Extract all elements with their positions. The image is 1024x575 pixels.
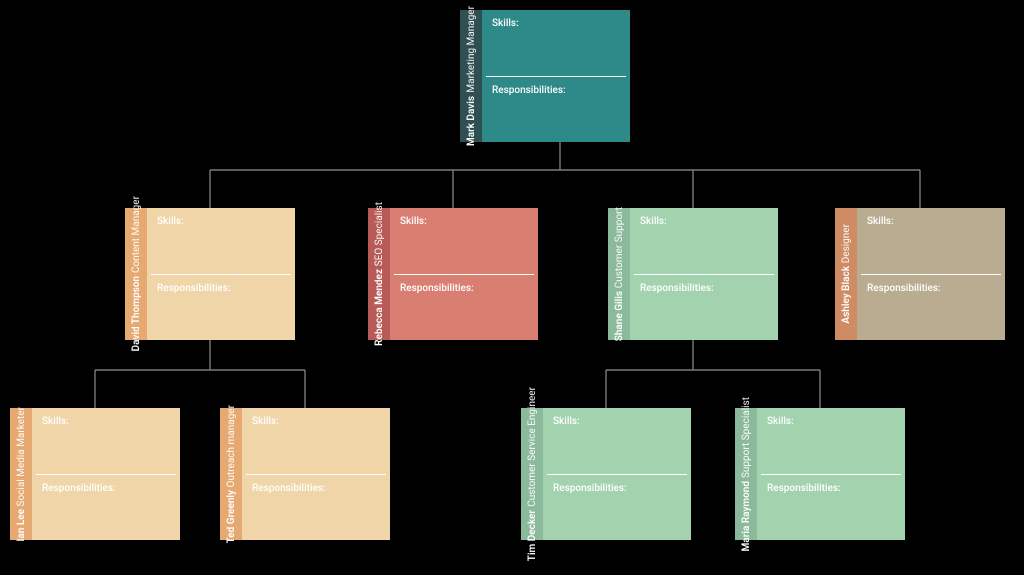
node-name: Maria Raymond [741,481,752,551]
node-body: Skills: Responsibilities: [482,10,630,142]
node-role: Social Media Marketer [16,407,27,506]
node-name: Ashley Black [841,266,852,324]
node-tab: Designer Ashley Black [835,208,857,340]
responsibilities-section: Responsibilities: [543,475,691,541]
org-node-tim-decker[interactable]: Customer Service Engineer Tim Decker Ski… [521,408,691,540]
org-node-ian-lee[interactable]: Social Media Marketer Ian Lee Skills: Re… [10,408,180,540]
node-tab: Customer Service Engineer Tim Decker [521,408,543,540]
node-name: Ted Greenly [226,490,237,543]
node-name: David Thompson [131,276,142,351]
skills-section: Skills: [147,208,295,274]
node-body: Skills: Responsibilities: [757,408,905,540]
skills-section: Skills: [242,408,390,474]
responsibilities-section: Responsibilities: [147,275,295,341]
node-body: Skills: Responsibilities: [857,208,1005,340]
responsibilities-section: Responsibilities: [630,275,778,341]
responsibilities-section: Responsibilities: [32,475,180,541]
node-body: Skills: Responsibilities: [32,408,180,540]
org-node-maria-raymond[interactable]: Support Specialist Maria Raymond Skills:… [735,408,905,540]
node-role: Content Manager [131,196,142,273]
skills-section: Skills: [32,408,180,474]
org-node-ashley-black[interactable]: Designer Ashley Black Skills: Responsibi… [835,208,1005,340]
responsibilities-section: Responsibilities: [757,475,905,541]
node-role: Designer [841,224,852,263]
node-tab: Customer Support Shane Gilis [608,208,630,340]
node-name: Shane Gilis [614,291,625,341]
node-name: Mark Davis [466,96,477,146]
org-node-shane-gilis[interactable]: Customer Support Shane Gilis Skills: Res… [608,208,778,340]
node-body: Skills: Responsibilities: [390,208,538,340]
skills-section: Skills: [390,208,538,274]
node-role: SEO Specialist [374,202,385,266]
node-role: Outreach manager [226,405,237,487]
node-tab: Content Manager David Thompson [125,208,147,340]
node-body: Skills: Responsibilities: [543,408,691,540]
node-body: Skills: Responsibilities: [242,408,390,540]
node-name: Rebecca Mendez [374,269,385,346]
responsibilities-section: Responsibilities: [482,77,630,143]
node-tab: Outreach manager Ted Greenly [220,408,242,540]
node-name: Tim Decker [527,510,538,561]
skills-section: Skills: [630,208,778,274]
skills-section: Skills: [857,208,1005,274]
node-role: Customer Service Engineer [527,387,538,507]
node-name: Ian Lee [16,509,27,542]
responsibilities-section: Responsibilities: [857,275,1005,341]
skills-section: Skills: [757,408,905,474]
node-tab: SEO Specialist Rebecca Mendez [368,208,390,340]
org-node-ted-greenly[interactable]: Outreach manager Ted Greenly Skills: Res… [220,408,390,540]
node-body: Skills: Responsibilities: [630,208,778,340]
org-node-rebecca-mendez[interactable]: SEO Specialist Rebecca Mendez Skills: Re… [368,208,538,340]
skills-section: Skills: [482,10,630,76]
node-tab: Marketing Manager Mark Davis [460,10,482,142]
skills-section: Skills: [543,408,691,474]
responsibilities-section: Responsibilities: [242,475,390,541]
node-role: Marketing Manager [466,6,477,93]
org-node-david-thompson[interactable]: Content Manager David Thompson Skills: R… [125,208,295,340]
node-body: Skills: Responsibilities: [147,208,295,340]
node-role: Support Specialist [741,397,752,478]
responsibilities-section: Responsibilities: [390,275,538,341]
node-role: Customer Support [614,207,625,288]
node-tab: Support Specialist Maria Raymond [735,408,757,540]
org-node-mark-davis[interactable]: Marketing Manager Mark Davis Skills: Res… [460,10,630,142]
node-tab: Social Media Marketer Ian Lee [10,408,32,540]
